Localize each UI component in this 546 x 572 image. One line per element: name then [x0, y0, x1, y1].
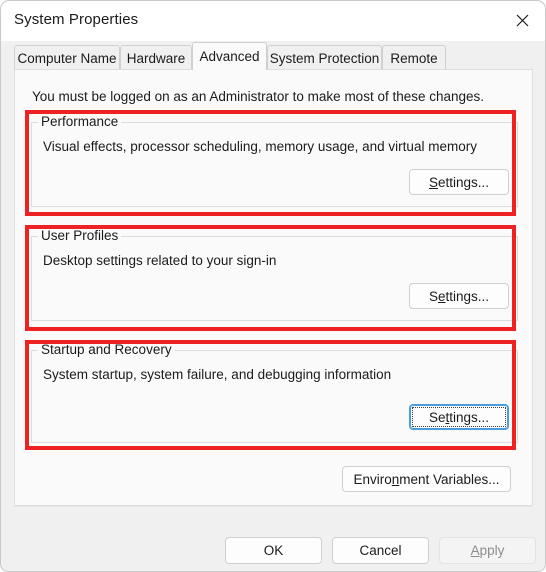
startup-recovery-settings-button[interactable]: Se t tings...: [409, 404, 509, 430]
group-startup-recovery: Startup and Recovery System startup, sys…: [31, 342, 518, 443]
tab-system-protection[interactable]: System Protection: [267, 45, 382, 70]
user-profiles-settings-button[interactable]: Se ttings...: [409, 283, 509, 309]
group-user-profiles: User Profiles Desktop settings related t…: [31, 228, 518, 321]
tab-remote[interactable]: Remote: [382, 45, 446, 70]
group-performance-legend: Performance: [38, 114, 122, 129]
group-startup-recovery-description: System startup, system failure, and debu…: [43, 367, 392, 382]
tab-computer-name[interactable]: Computer Name: [14, 45, 120, 70]
performance-settings-label-after: ettings...: [437, 174, 490, 190]
title-bar: System Properties: [1, 1, 545, 41]
apply-button[interactable]: Apply: [439, 537, 536, 564]
environment-variables-button[interactable]: Enviro n ment Variables...: [342, 466, 511, 492]
user-profiles-settings-label-after: ttings...: [445, 288, 490, 304]
footer-separator: [14, 506, 533, 507]
startup-recovery-settings-label-after: tings...: [449, 409, 490, 425]
performance-settings-accel: S: [428, 174, 438, 190]
group-startup-recovery-legend: Startup and Recovery: [38, 342, 175, 357]
ok-button[interactable]: OK: [225, 537, 322, 564]
tab-hardware[interactable]: Hardware: [120, 45, 192, 70]
administrator-note: You must be logged on as an Administrato…: [32, 89, 485, 104]
group-performance-description: Visual effects, processor scheduling, me…: [43, 139, 477, 154]
performance-settings-button[interactable]: Settings...: [409, 169, 509, 195]
user-profiles-settings-accel: e: [437, 288, 446, 304]
tab-advanced[interactable]: Advanced: [192, 42, 267, 70]
environment-variables-label-before: Enviro: [353, 471, 392, 487]
apply-accel: A: [470, 543, 480, 558]
tab-strip: Computer Name Hardware Advanced System P…: [1, 41, 545, 70]
group-performance: Performance Visual effects, processor sc…: [31, 114, 518, 207]
environment-variables-label-after: ment Variables...: [399, 471, 500, 487]
ok-label-before: OK: [263, 543, 284, 558]
user-profiles-settings-label-before: S: [428, 288, 438, 304]
window-title: System Properties: [14, 11, 139, 28]
advanced-tab-panel: You must be logged on as an Administrato…: [14, 69, 533, 506]
environment-variables-accel: n: [391, 471, 400, 487]
apply-label-after: pply: [479, 543, 505, 558]
system-properties-window: System Properties Computer Name Hardware…: [0, 0, 546, 572]
startup-recovery-settings-label-before: Se: [428, 409, 446, 425]
group-user-profiles-description: Desktop settings related to your sign-in: [43, 253, 277, 268]
close-icon[interactable]: [499, 1, 545, 40]
cancel-label-before: Cancel: [359, 543, 402, 558]
group-user-profiles-legend: User Profiles: [38, 228, 122, 243]
cancel-button[interactable]: Cancel: [332, 537, 429, 564]
